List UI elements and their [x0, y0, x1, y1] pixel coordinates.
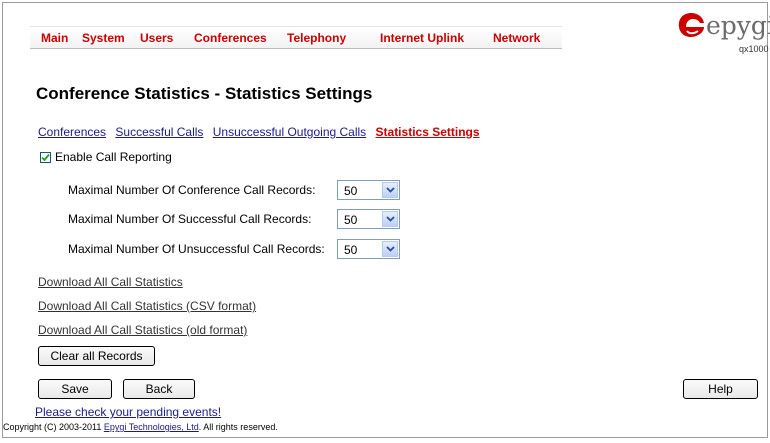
chevron-down-icon	[382, 211, 398, 227]
conference-records-label: Maximal Number Of Conference Call Record…	[68, 183, 316, 197]
copyright-prefix: Copyright (C) 2003-2011	[3, 422, 104, 432]
tab-statistics-settings[interactable]: Statistics Settings	[376, 125, 480, 139]
logo-model: qx1000	[739, 44, 769, 54]
enable-call-reporting-label: Enable Call Reporting	[55, 150, 172, 164]
select-value: 50	[344, 184, 358, 198]
clear-all-records-button[interactable]: Clear all Records	[38, 346, 155, 366]
pending-events-link[interactable]: Please check your pending events!	[35, 405, 221, 419]
nav-users[interactable]: Users	[140, 31, 173, 45]
chevron-down-icon	[382, 241, 398, 257]
statistics-tabs: Conferences Successful Calls Unsuccessfu…	[38, 125, 486, 139]
select-value: 50	[344, 243, 358, 257]
help-button[interactable]: Help	[683, 379, 758, 399]
tab-unsuccessful-outgoing-calls[interactable]: Unsuccessful Outgoing Calls	[213, 125, 366, 139]
logo-word: epygi	[706, 11, 770, 40]
nav-main[interactable]: Main	[41, 31, 68, 45]
enable-call-reporting-checkbox[interactable]	[40, 151, 51, 163]
enable-call-reporting-row: Enable Call Reporting	[40, 150, 172, 164]
download-old-format-link[interactable]: Download All Call Statistics (old format…	[38, 323, 247, 337]
successful-records-select[interactable]: 50	[337, 209, 400, 229]
back-button[interactable]: Back	[123, 379, 195, 399]
save-button[interactable]: Save	[38, 379, 112, 399]
unsuccessful-records-label: Maximal Number Of Unsuccessful Call Reco…	[68, 242, 325, 256]
checkmark-icon	[41, 153, 50, 161]
nav-system[interactable]: System	[82, 31, 125, 45]
download-all-link[interactable]: Download All Call Statistics	[38, 275, 183, 289]
nav-network[interactable]: Network	[493, 31, 540, 45]
page-title: Conference Statistics - Statistics Setti…	[36, 84, 373, 103]
copyright-suffix: . All rights reserved.	[198, 422, 278, 432]
tab-successful-calls[interactable]: Successful Calls	[115, 125, 203, 139]
download-csv-link[interactable]: Download All Call Statistics (CSV format…	[38, 299, 256, 313]
select-value: 50	[344, 213, 358, 227]
nav-conferences[interactable]: Conferences	[194, 31, 267, 45]
chevron-down-icon	[382, 182, 398, 198]
nav-telephony[interactable]: Telephony	[287, 31, 346, 45]
unsuccessful-records-select[interactable]: 50	[337, 239, 400, 259]
epygi-logo: epygi qx1000	[676, 8, 770, 64]
epygi-technologies-link[interactable]: Epygi Technologies, Ltd	[104, 422, 199, 432]
copyright-footer: Copyright (C) 2003-2011 Epygi Technologi…	[3, 422, 278, 432]
nav-internet-uplink[interactable]: Internet Uplink	[380, 31, 464, 45]
conference-records-select[interactable]: 50	[337, 180, 400, 200]
top-navigation: Main System Users Conferences Telephony …	[30, 26, 562, 49]
successful-records-label: Maximal Number Of Successful Call Record…	[68, 212, 312, 226]
logo-swirl-icon	[678, 13, 704, 37]
tab-conferences[interactable]: Conferences	[38, 125, 106, 139]
